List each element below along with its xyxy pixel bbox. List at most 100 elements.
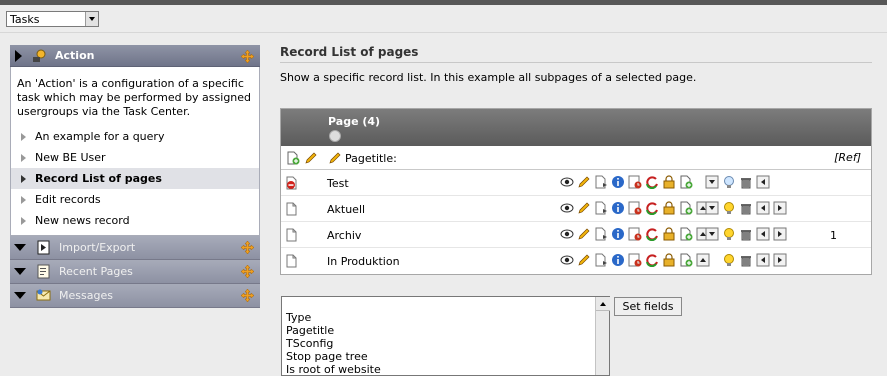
recent-pages-title: Recent Pages [59,265,133,278]
new-page-icon[interactable] [679,201,693,215]
view-eye-icon[interactable] [560,253,574,267]
field-option[interactable]: TSconfig [286,337,381,350]
move-left-icon[interactable] [756,253,770,267]
recent-pages-section-header[interactable]: Recent Pages [10,260,260,284]
action-item-new-news-record[interactable]: New news record [11,210,259,231]
action-description: An 'Action' is a configuration of a spec… [17,77,252,118]
move-down-icon[interactable] [705,175,719,189]
info-icon[interactable] [611,227,625,241]
action-section-title: Action [55,49,95,62]
page-icon[interactable] [285,254,299,268]
hide-bulb-icon[interactable] [722,253,736,267]
move-page-icon[interactable] [594,253,608,267]
set-fields-button[interactable]: Set fields [614,297,682,316]
move-left-icon[interactable] [756,227,770,241]
delete-trash-icon[interactable] [739,227,753,241]
fields-listbox[interactable]: Type Pagetitle TSconfig Stop page tree I… [281,296,610,376]
edit-pencil-icon[interactable] [577,253,591,267]
move-up-icon[interactable] [696,253,710,267]
move-right-icon[interactable] [773,253,787,267]
edit-pencil-icon[interactable] [577,227,591,241]
field-option[interactable]: Is root of website [286,363,381,376]
history-icon[interactable] [628,201,642,215]
history-icon[interactable] [628,253,642,267]
move-icon[interactable] [241,289,254,302]
dropdown-arrow-icon[interactable] [85,12,98,26]
expand-arrow-icon[interactable] [14,244,26,251]
page-icon[interactable] [285,228,299,242]
info-icon[interactable] [611,201,625,215]
expand-circle-icon[interactable] [329,130,341,142]
scrollbar[interactable] [595,297,610,375]
refresh-icon[interactable] [645,227,659,241]
lock-icon[interactable] [662,227,676,241]
separator [0,32,887,33]
new-page-icon[interactable] [679,227,693,241]
collapse-arrow-icon[interactable] [15,49,22,62]
action-item-label: New news record [35,214,130,227]
delete-trash-icon[interactable] [739,201,753,215]
lock-icon[interactable] [662,253,676,267]
delete-trash-icon[interactable] [739,253,753,267]
action-section-header[interactable]: Action [10,45,260,67]
scroll-up-icon[interactable] [596,297,610,311]
messages-title: Messages [59,289,113,302]
hide-bulb-icon[interactable] [722,227,736,241]
move-icon[interactable] [241,241,254,254]
new-page-icon[interactable] [679,253,693,267]
lock-icon[interactable] [662,201,676,215]
info-icon[interactable] [611,175,625,189]
move-page-icon[interactable] [594,227,608,241]
delete-trash-icon[interactable] [739,175,753,189]
view-eye-icon[interactable] [560,227,574,241]
move-page-icon[interactable] [594,201,608,215]
action-item-query[interactable]: An example for a query [11,126,259,147]
move-right-icon[interactable] [773,201,787,215]
action-item-edit-records[interactable]: Edit records [11,189,259,210]
new-page-icon[interactable] [679,175,693,189]
view-eye-icon[interactable] [560,175,574,189]
refresh-icon[interactable] [645,175,659,189]
page-icon[interactable] [285,202,299,216]
table-row: In Produktion [281,248,871,274]
expand-arrow-icon[interactable] [14,292,26,299]
edit-pencil-icon[interactable] [577,201,591,215]
task-select[interactable]: Tasks [6,11,99,27]
row-title: Test [327,177,349,190]
move-down-icon[interactable] [705,201,719,215]
move-icon[interactable] [241,50,254,63]
import-export-section-header[interactable]: Import/Export [10,236,260,260]
history-icon[interactable] [628,175,642,189]
move-left-icon[interactable] [756,175,770,189]
move-icon[interactable] [241,265,254,278]
refresh-icon[interactable] [645,201,659,215]
edit-pencil-icon[interactable] [304,151,318,165]
new-record-icon[interactable] [286,151,300,165]
table-row: Test [281,170,871,196]
info-icon[interactable] [611,253,625,267]
move-right-icon[interactable] [773,227,787,241]
unhide-bulb-icon[interactable] [722,175,736,189]
pagetitle-column-label: Pagetitle: [345,152,397,165]
lock-icon[interactable] [662,175,676,189]
refresh-icon[interactable] [645,253,659,267]
history-icon[interactable] [628,227,642,241]
move-left-icon[interactable] [756,201,770,215]
field-option[interactable]: Stop page tree [286,350,381,363]
top-bar [0,0,887,5]
view-eye-icon[interactable] [560,201,574,215]
hide-bulb-icon[interactable] [722,201,736,215]
move-down-icon[interactable] [705,227,719,241]
page-hidden-icon[interactable] [285,176,299,190]
expand-arrow-icon[interactable] [14,268,26,275]
move-page-icon[interactable] [594,175,608,189]
messages-section-header[interactable]: Messages [10,284,260,308]
action-item-new-be-user[interactable]: New BE User [11,147,259,168]
field-option[interactable]: Type [286,311,381,324]
field-option[interactable]: Pagetitle [286,324,381,337]
edit-pencil-icon[interactable] [577,175,591,189]
edit-pencil-icon[interactable] [328,151,342,165]
row-controls-secondary [722,253,790,267]
action-item-record-list[interactable]: Record List of pages [11,168,259,189]
row-title: Aktuell [327,203,366,216]
